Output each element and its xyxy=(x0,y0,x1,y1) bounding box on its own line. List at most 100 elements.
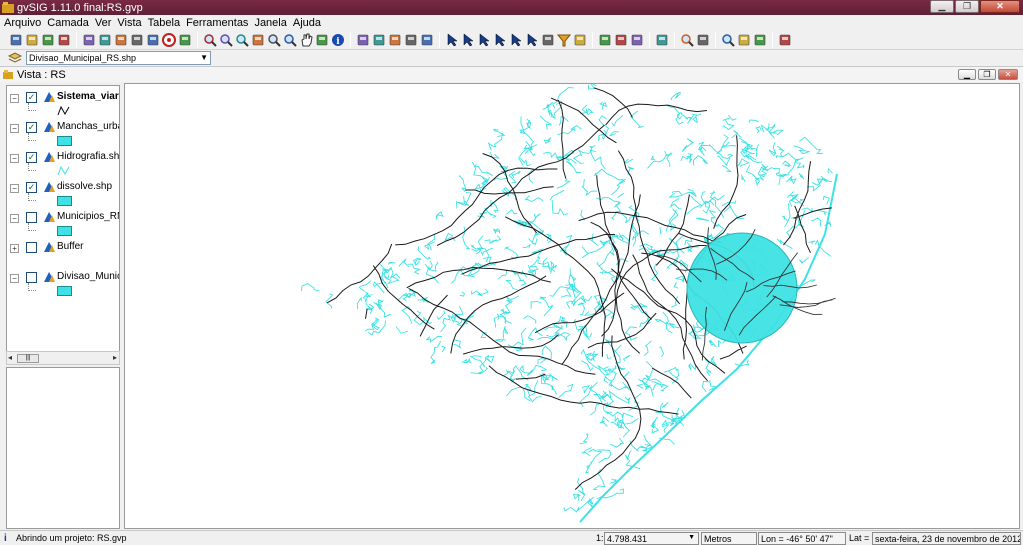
export-icon[interactable] xyxy=(752,32,768,48)
view-minimize-button[interactable]: ▁ xyxy=(958,69,976,80)
layer-visibility-checkbox[interactable]: ✓ xyxy=(26,152,37,163)
layer-manchas-urbanas[interactable]: −✓ Manchas_urbanas xyxy=(7,118,119,148)
collapse-icon[interactable]: − xyxy=(10,154,19,163)
pan-icon[interactable] xyxy=(97,32,113,48)
exit-icon[interactable] xyxy=(777,32,793,48)
select-icon[interactable] xyxy=(444,32,460,48)
table-icon[interactable] xyxy=(371,32,387,48)
longitude-value: Lon = -46° 50' 47" xyxy=(761,533,833,544)
layer-dissolve-shp[interactable]: − ✓ dissolve.shp xyxy=(7,178,119,208)
scale-icon[interactable] xyxy=(654,32,670,48)
toc-horizontal-scrollbar[interactable]: ◂ ||| ▸ xyxy=(6,351,120,365)
line-symbol xyxy=(57,106,70,116)
zoom-in-icon[interactable] xyxy=(202,32,218,48)
select-circle-icon[interactable] xyxy=(508,32,524,48)
vector-layer-icon xyxy=(44,212,55,222)
layer-visibility-checkbox[interactable] xyxy=(26,242,37,253)
open-icon[interactable] xyxy=(24,32,40,48)
select-point-icon[interactable] xyxy=(460,32,476,48)
layer-dropdown[interactable]: Divisao_Municipal_RS.shp ▼ xyxy=(26,51,211,65)
filter-icon[interactable] xyxy=(556,32,572,48)
new-project-icon[interactable] xyxy=(8,32,24,48)
zoom-all-icon[interactable] xyxy=(234,32,250,48)
toolbar-separator xyxy=(674,31,675,48)
zoom-select-icon[interactable] xyxy=(266,32,282,48)
link-icon[interactable] xyxy=(629,32,645,48)
refresh-icon[interactable] xyxy=(314,32,330,48)
layer-buffer[interactable]: + Buffer xyxy=(7,238,119,268)
save-icon[interactable] xyxy=(40,32,56,48)
layer-hidrografia-shp[interactable]: − ✓ Hidrografia.shp xyxy=(7,148,119,178)
layer-divisao-municipal[interactable]: − Divisao_Municipal xyxy=(7,268,119,298)
maximize-button[interactable]: ❐ xyxy=(955,0,979,13)
edit-icon[interactable] xyxy=(145,32,161,48)
comment-icon[interactable] xyxy=(419,32,435,48)
menu-janela[interactable]: Janela xyxy=(252,17,288,29)
expand-icon[interactable]: + xyxy=(10,244,19,253)
collapse-icon[interactable]: − xyxy=(10,184,19,193)
previous-zoom-icon[interactable] xyxy=(282,32,298,48)
layer-visibility-checkbox[interactable] xyxy=(26,272,37,283)
longitude-field: Lon = -46° 50' 47" xyxy=(758,532,846,545)
select-rect-icon[interactable] xyxy=(476,32,492,48)
select-layer-icon[interactable] xyxy=(524,32,540,48)
layer-visibility-checkbox[interactable]: ✓ xyxy=(26,182,37,193)
layer-municipios-rmpa[interactable]: − Municipios_RMPA xyxy=(7,208,119,238)
map-canvas[interactable] xyxy=(124,83,1020,529)
layer-sistema-viario[interactable]: −✓ Sistema_viario xyxy=(7,88,119,118)
collapse-icon[interactable]: − xyxy=(10,274,19,283)
menu-arquivo[interactable]: Arquivo xyxy=(2,17,43,29)
geoprocess-icon[interactable] xyxy=(613,32,629,48)
scroll-left-icon[interactable]: ◂ xyxy=(8,353,12,362)
layer-visibility-checkbox[interactable] xyxy=(26,212,37,223)
menu-camada[interactable]: Camada xyxy=(45,17,91,29)
vector-layer-icon xyxy=(44,242,55,252)
measure-icon[interactable] xyxy=(355,32,371,48)
zoom-layer-icon[interactable] xyxy=(720,32,736,48)
view-close-button[interactable]: ✕ xyxy=(998,69,1018,80)
units-field: Metros xyxy=(701,532,757,545)
print-icon[interactable] xyxy=(129,32,145,48)
menu-vista[interactable]: Vista xyxy=(115,17,143,29)
locator-icon[interactable] xyxy=(403,32,419,48)
overview-icon[interactable] xyxy=(736,32,752,48)
collapse-icon[interactable]: − xyxy=(10,124,19,133)
layers-icon[interactable] xyxy=(250,32,266,48)
zoom-out-icon[interactable] xyxy=(218,32,234,48)
edit-document-icon[interactable] xyxy=(177,32,193,48)
pan-icon[interactable] xyxy=(81,32,97,48)
menu-ferramentas[interactable]: Ferramentas xyxy=(184,17,250,29)
chevron-down-icon: ▼ xyxy=(688,534,695,541)
attribute-icon[interactable] xyxy=(572,32,588,48)
info-icon[interactable]: i xyxy=(330,32,346,48)
scroll-right-icon[interactable]: ▸ xyxy=(113,353,117,362)
window-controls: ▁ ❐ ✕ xyxy=(930,0,1020,13)
latitude-label: Lat = xyxy=(849,533,870,543)
graph-icon[interactable] xyxy=(387,32,403,48)
close-button[interactable]: ✕ xyxy=(980,0,1020,13)
layer-name: Manchas_urbanas xyxy=(57,121,119,132)
view-title: Vista : RS xyxy=(17,68,66,81)
menu-ver[interactable]: Ver xyxy=(93,17,114,29)
map-graphic xyxy=(300,84,838,523)
layer-visibility-checkbox[interactable]: ✓ xyxy=(26,92,37,103)
clear-icon[interactable] xyxy=(540,32,556,48)
collapse-icon[interactable]: − xyxy=(10,94,19,103)
target-icon[interactable] xyxy=(161,32,177,48)
view-maximize-button[interactable]: ❐ xyxy=(978,69,996,80)
select-polygon-icon[interactable] xyxy=(492,32,508,48)
menu-tabela[interactable]: Tabela xyxy=(146,17,182,29)
layout-icon[interactable] xyxy=(113,32,129,48)
find-icon[interactable] xyxy=(679,32,695,48)
scroll-thumb[interactable]: ||| xyxy=(17,354,39,363)
locator-map-panel xyxy=(6,367,120,529)
minimize-button[interactable]: ▁ xyxy=(930,0,954,13)
hand-icon[interactable] xyxy=(298,32,314,48)
add-layer-icon[interactable] xyxy=(56,32,72,48)
layer-visibility-checkbox[interactable]: ✓ xyxy=(26,122,37,133)
hyperlink-icon[interactable] xyxy=(597,32,613,48)
collapse-icon[interactable]: − xyxy=(10,214,19,223)
menu-ajuda[interactable]: Ajuda xyxy=(291,17,323,29)
scale-field[interactable]: 4.798.431 ▼ xyxy=(604,532,699,545)
edit-table-icon[interactable] xyxy=(695,32,711,48)
